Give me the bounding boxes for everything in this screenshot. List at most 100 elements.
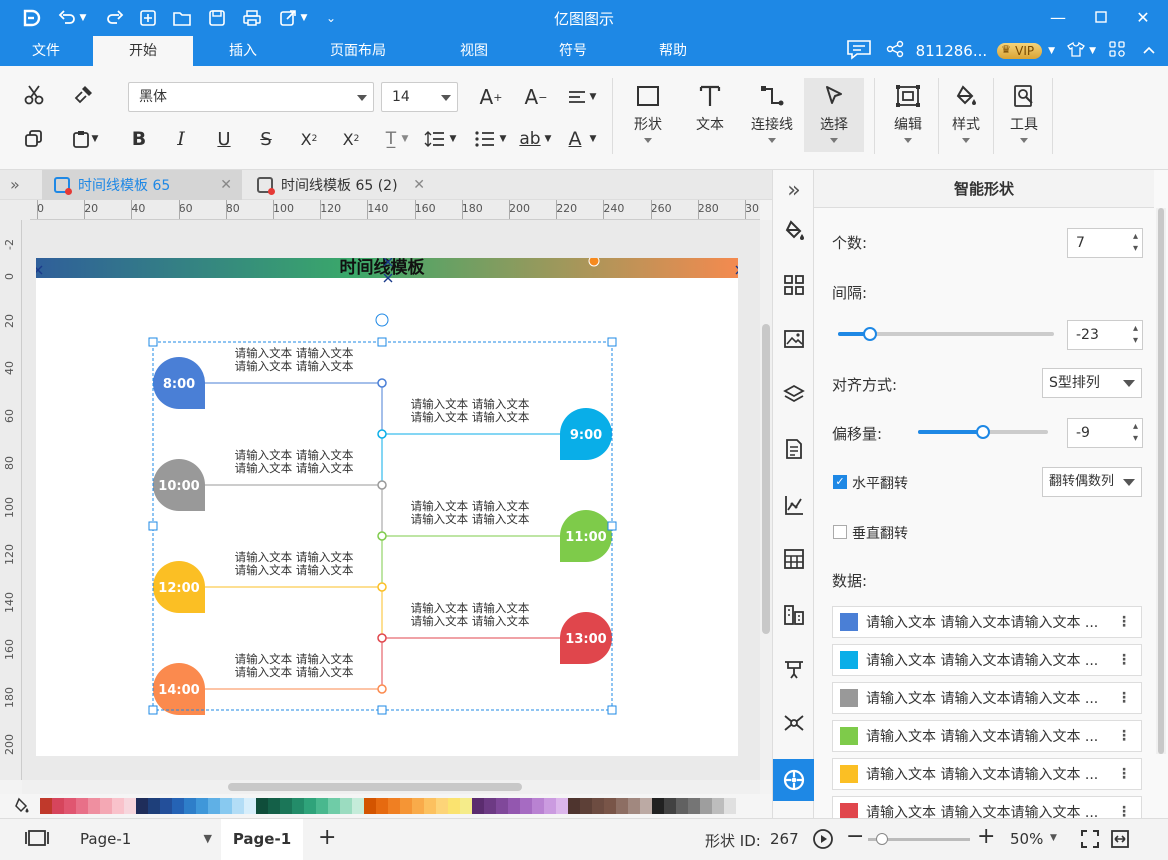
palette-swatch[interactable] — [460, 798, 472, 814]
menu-page-layout[interactable]: 页面布局 — [318, 36, 398, 66]
fit-width-icon[interactable] — [1110, 829, 1130, 853]
underline-icon[interactable]: U — [209, 124, 239, 154]
resize-handle[interactable] — [607, 337, 617, 347]
menu-home[interactable]: 开始 — [93, 36, 193, 66]
timeline-node[interactable] — [377, 531, 387, 541]
resize-handle[interactable] — [607, 521, 617, 531]
palette-swatch[interactable] — [580, 798, 592, 814]
timeline-item[interactable]: 13:00 请输入文本 请输入文本请输入文本 请输入文本 — [377, 601, 612, 689]
font-size-select[interactable]: 14 — [381, 82, 458, 112]
data-row[interactable]: 请输入文本 请输入文本请输入文本 ... ⋮ — [832, 606, 1142, 638]
page-view-icon[interactable] — [24, 829, 50, 851]
bold-icon[interactable]: B — [124, 124, 154, 154]
copy-icon[interactable] — [19, 124, 49, 154]
data-row[interactable]: 请输入文本 请输入文本请输入文本 ... ⋮ — [832, 682, 1142, 714]
fill-panel-icon[interactable] — [777, 214, 811, 248]
palette-swatch[interactable] — [640, 798, 652, 814]
data-row-color[interactable] — [840, 613, 858, 631]
palette-swatch[interactable] — [112, 798, 124, 814]
text-style-dropdown-icon[interactable]: ▼ — [398, 124, 412, 154]
banner-control-point[interactable] — [588, 255, 600, 267]
user-dropdown-icon[interactable]: ▼ — [1048, 46, 1055, 56]
palette-swatch[interactable] — [136, 798, 148, 814]
palette-swatch[interactable] — [388, 798, 400, 814]
timeline-item[interactable]: 12:00 请输入文本 请输入文本请输入文本 请输入文本 — [153, 550, 387, 638]
palette-swatch[interactable] — [280, 798, 292, 814]
horizontal-scrollbar[interactable] — [22, 780, 760, 794]
item-text[interactable]: 请输入文本 请输入文本 — [411, 512, 530, 526]
palette-swatch[interactable] — [448, 798, 460, 814]
palette-swatch[interactable] — [244, 798, 256, 814]
palette-swatch[interactable] — [316, 798, 328, 814]
menu-file[interactable]: 文件 — [16, 36, 76, 66]
palette-swatch[interactable] — [616, 798, 628, 814]
palette-swatch[interactable] — [556, 798, 568, 814]
zoom-out-icon[interactable]: − — [846, 824, 864, 849]
close-tab-icon[interactable]: ✕ — [413, 177, 425, 193]
align-text-dropdown-icon[interactable]: ▼ — [586, 82, 600, 112]
more-options-icon[interactable]: ⋮ — [1117, 728, 1131, 744]
item-text[interactable]: 请输入文本 请输入文本 — [411, 410, 530, 424]
item-text[interactable]: 请输入文本 请输入文本 — [411, 614, 530, 628]
time-label[interactable]: 13:00 — [565, 632, 606, 647]
item-text[interactable]: 请输入文本 请输入文本 — [235, 665, 354, 679]
palette-swatch[interactable] — [376, 798, 388, 814]
apps-icon[interactable] — [1108, 40, 1126, 62]
font-color-dropdown-icon[interactable]: ▼ — [586, 124, 600, 154]
palette-swatch[interactable] — [520, 798, 532, 814]
tools-button[interactable]: 工具 — [994, 78, 1054, 152]
data-row[interactable]: 请输入文本 请输入文本请输入文本 ... ⋮ — [832, 796, 1142, 818]
timeline-node[interactable] — [377, 684, 387, 694]
palette-swatch[interactable] — [544, 798, 556, 814]
decrease-font-icon[interactable]: A − — [521, 82, 551, 112]
item-text[interactable]: 请输入文本 请输入文本 — [235, 359, 354, 373]
flip-mode-select[interactable]: 翻转偶数列 — [1042, 467, 1142, 497]
close-window-button[interactable]: ✕ — [1131, 6, 1155, 28]
image-panel-icon[interactable] — [777, 322, 811, 356]
palette-swatch[interactable] — [124, 798, 136, 814]
diagram-title[interactable]: 时间线模板 — [340, 257, 426, 278]
timeline-node[interactable] — [377, 480, 387, 490]
gap-stepper[interactable]: -23 — [1067, 320, 1143, 350]
play-icon[interactable] — [812, 828, 834, 854]
zoom-level[interactable]: 50% — [1010, 830, 1043, 848]
zoom-in-icon[interactable]: + — [977, 824, 995, 849]
resize-handle[interactable] — [377, 337, 387, 347]
italic-icon[interactable]: I — [166, 124, 196, 154]
palette-swatch[interactable] — [172, 798, 184, 814]
smart-shape-panel-icon[interactable] — [773, 759, 815, 801]
style-button[interactable]: 样式 — [936, 78, 996, 152]
timeline-item[interactable]: 9:00 请输入文本 请输入文本请输入文本 请输入文本 — [377, 397, 612, 485]
item-text[interactable]: 请输入文本 请输入文本 — [235, 346, 354, 360]
offset-slider-knob[interactable] — [976, 425, 990, 439]
connector-button[interactable]: 连接线 — [742, 78, 802, 152]
canvas-area[interactable]: 时间线模板 8:00 请输入文本 请输入文本 请输入文本 请输入文本 9:00 请输入文… — [22, 220, 760, 780]
timeline-diagram[interactable]: 时间线模板 8:00请输入文本 请输入文本请输入文本 请输入文本9:00请输入文… — [33, 255, 745, 756]
timeline-items[interactable]: 8:00请输入文本 请输入文本请输入文本 请输入文本9:00请输入文本 请输入文… — [152, 346, 612, 715]
time-label[interactable]: 14:00 — [158, 683, 199, 698]
palette-swatch[interactable] — [52, 798, 64, 814]
skin-dropdown-icon[interactable]: ▼ — [1089, 46, 1096, 56]
zoom-dropdown-icon[interactable]: ▼ — [1050, 833, 1057, 843]
org-chart-panel-icon[interactable] — [777, 598, 811, 632]
menu-help[interactable]: 帮助 — [645, 36, 701, 66]
palette-swatch[interactable] — [148, 798, 160, 814]
mind-map-panel-icon[interactable] — [777, 706, 811, 740]
data-row-color[interactable] — [840, 803, 858, 818]
font-family-select[interactable]: 黑体 — [128, 82, 374, 112]
bullet-list-dropdown-icon[interactable]: ▼ — [496, 124, 510, 154]
palette-swatch[interactable] — [532, 798, 544, 814]
timeline-node[interactable] — [377, 378, 387, 388]
data-row-color[interactable] — [840, 765, 858, 783]
palette-swatch[interactable] — [688, 798, 700, 814]
offset-stepper[interactable]: -9 — [1067, 418, 1143, 448]
vertical-scroll-thumb[interactable] — [762, 324, 770, 634]
page-select[interactable]: Page-1 ▼ — [80, 830, 212, 848]
data-row-color[interactable] — [840, 651, 858, 669]
chat-icon[interactable] — [846, 38, 872, 64]
select-button[interactable]: 选择 — [804, 78, 864, 152]
count-stepper[interactable]: 7 — [1067, 228, 1143, 258]
palette-swatch[interactable] — [196, 798, 208, 814]
tab-timeline-template-65[interactable]: 时间线模板 65 ✕ — [42, 170, 242, 200]
superscript-icon[interactable]: X2 — [294, 124, 324, 154]
